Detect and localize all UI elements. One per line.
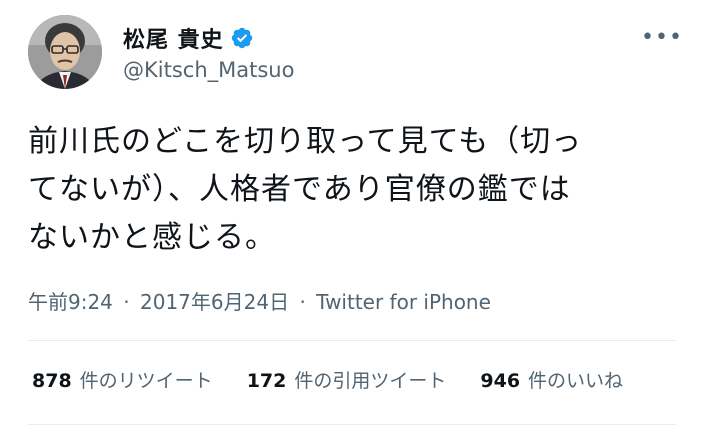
verified-badge-icon bbox=[231, 27, 252, 49]
divider bbox=[28, 340, 676, 341]
likes-label: 件のいいね bbox=[528, 370, 624, 392]
engagement-stats: 878 件のリツイート 172 件の引用ツイート 946 件のいいね bbox=[32, 366, 623, 393]
meta-separator: · bbox=[123, 290, 130, 314]
author-handle[interactable]: @Kitsch_Matsuo bbox=[123, 58, 294, 82]
divider bbox=[28, 424, 676, 425]
tweet-time[interactable]: 午前9:24 bbox=[28, 290, 113, 314]
quotes-count: 172 bbox=[246, 370, 287, 392]
tweet-card: 松尾 貴史 @Kitsch_Matsuo ••• 前川氏のどこを切り取って見ても… bbox=[0, 0, 702, 437]
retweets-label: 件のリツイート bbox=[79, 370, 213, 392]
avatar[interactable] bbox=[28, 15, 102, 89]
tweet-date[interactable]: 2017年6月24日 bbox=[140, 290, 289, 314]
author-name-row: 松尾 貴史 bbox=[123, 21, 254, 55]
likes-stat[interactable]: 946 件のいいね bbox=[480, 366, 623, 393]
quotes-label: 件の引用ツイート bbox=[294, 370, 447, 392]
retweets-count: 878 bbox=[32, 370, 72, 392]
meta-separator: · bbox=[299, 290, 306, 314]
likes-count: 946 bbox=[480, 370, 521, 392]
retweets-stat[interactable]: 878 件のリツイート bbox=[32, 366, 213, 393]
tweet-text: 前川氏のどこを切り取って見ても（切っ てないが）、人格者であり官僚の鑑では ない… bbox=[28, 124, 583, 255]
avatar-photo bbox=[28, 15, 102, 89]
tweet-meta: 午前9:24 · 2017年6月24日 · Twitter for iPhone bbox=[28, 286, 491, 315]
more-horizontal-icon[interactable]: ••• bbox=[641, 24, 682, 52]
author-display-name[interactable]: 松尾 貴史 bbox=[123, 22, 224, 54]
tweet-source[interactable]: Twitter for iPhone bbox=[316, 290, 491, 314]
quotes-stat[interactable]: 172 件の引用ツイート bbox=[247, 366, 447, 393]
